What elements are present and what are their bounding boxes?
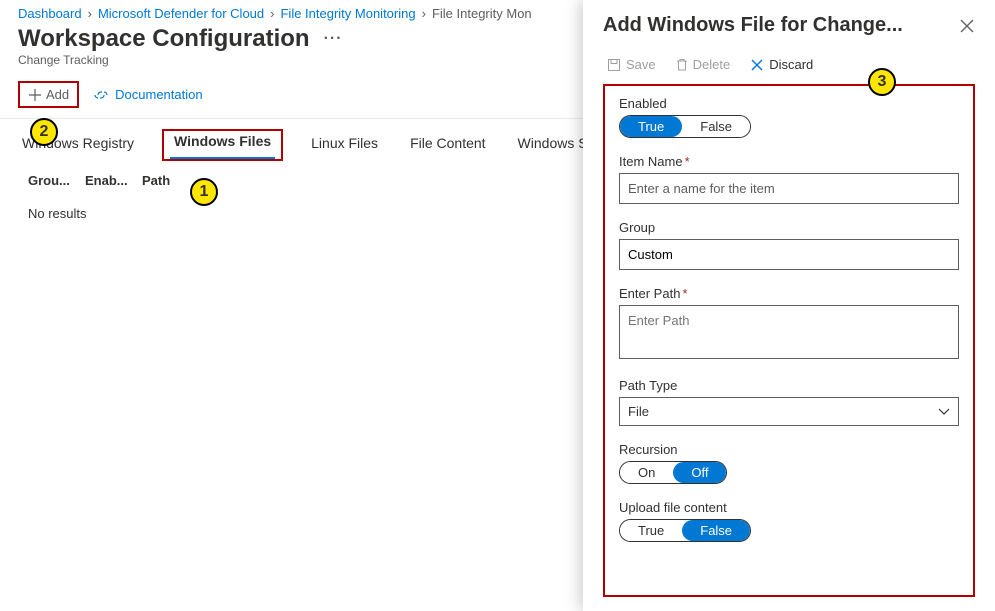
field-enter-path: Enter Path* — [619, 286, 959, 362]
callout-1: 1 — [190, 178, 218, 206]
discard-icon — [750, 58, 764, 72]
breadcrumb-current: File Integrity Mon — [432, 6, 532, 21]
save-label: Save — [626, 57, 656, 72]
recursion-label: Recursion — [619, 442, 959, 457]
chevron-down-icon — [938, 408, 950, 416]
discard-label: Discard — [769, 57, 813, 72]
path-type-label: Path Type — [619, 378, 959, 393]
upload-true[interactable]: True — [620, 520, 682, 541]
field-group: Group — [619, 220, 959, 270]
tab-windows-files[interactable]: Windows Files — [170, 127, 275, 159]
chevron-right-icon: › — [88, 6, 92, 21]
group-input[interactable] — [619, 239, 959, 270]
upload-label: Upload file content — [619, 500, 959, 515]
add-button[interactable]: Add — [18, 81, 79, 108]
tab-file-content[interactable]: File Content — [406, 129, 489, 161]
add-label: Add — [46, 87, 69, 102]
delete-label: Delete — [693, 57, 731, 72]
field-recursion: Recursion On Off — [619, 442, 959, 484]
panel-toolbar: Save Delete Discard — [603, 57, 975, 72]
enter-path-label: Enter Path* — [619, 286, 959, 301]
panel-title: Add Windows File for Change... — [603, 14, 903, 37]
tab-linux-files[interactable]: Linux Files — [307, 129, 382, 161]
page-title: Workspace Configuration — [18, 25, 310, 53]
field-enabled: Enabled True False — [619, 96, 959, 138]
panel-body: Enabled True False Item Name* Group Ente… — [603, 84, 975, 597]
field-item-name: Item Name* — [619, 154, 959, 204]
breadcrumb-dashboard[interactable]: Dashboard — [18, 6, 82, 21]
field-path-type: Path Type File — [619, 378, 959, 426]
doc-label: Documentation — [115, 87, 202, 102]
group-label: Group — [619, 220, 959, 235]
item-name-input[interactable] — [619, 173, 959, 204]
delete-icon — [676, 58, 688, 72]
chevron-right-icon: › — [422, 6, 426, 21]
side-panel: Add Windows File for Change... Save Dele… — [583, 0, 995, 611]
recursion-on[interactable]: On — [620, 462, 673, 483]
highlight-box: Windows Files — [162, 129, 283, 161]
plus-icon — [28, 88, 42, 102]
recursion-off[interactable]: Off — [673, 462, 726, 483]
upload-toggle[interactable]: True False — [619, 519, 751, 542]
field-upload: Upload file content True False — [619, 500, 959, 542]
save-icon — [607, 58, 621, 72]
enabled-true[interactable]: True — [620, 116, 682, 137]
enabled-toggle[interactable]: True False — [619, 115, 751, 138]
path-type-value: File — [628, 404, 649, 419]
save-button[interactable]: Save — [607, 57, 656, 72]
upload-false[interactable]: False — [682, 520, 750, 541]
recursion-toggle[interactable]: On Off — [619, 461, 727, 484]
col-enabled[interactable]: Enab... — [85, 173, 130, 188]
path-type-select[interactable]: File — [619, 397, 959, 426]
col-group[interactable]: Grou... — [28, 173, 73, 188]
panel-header: Add Windows File for Change... — [603, 14, 975, 37]
more-icon[interactable]: ··· — [324, 30, 343, 48]
link-icon — [93, 88, 109, 102]
breadcrumb-defender[interactable]: Microsoft Defender for Cloud — [98, 6, 264, 21]
callout-2: 2 — [30, 118, 58, 146]
callout-3: 3 — [868, 68, 896, 96]
item-name-label: Item Name* — [619, 154, 959, 169]
enter-path-input[interactable] — [619, 305, 959, 359]
breadcrumb-fim[interactable]: File Integrity Monitoring — [280, 6, 415, 21]
chevron-right-icon: › — [270, 6, 274, 21]
discard-button[interactable]: Discard — [750, 57, 813, 72]
delete-button[interactable]: Delete — [676, 57, 731, 72]
close-icon[interactable] — [959, 18, 975, 34]
enabled-false[interactable]: False — [682, 116, 750, 137]
enabled-label: Enabled — [619, 96, 959, 111]
documentation-link[interactable]: Documentation — [93, 87, 202, 102]
